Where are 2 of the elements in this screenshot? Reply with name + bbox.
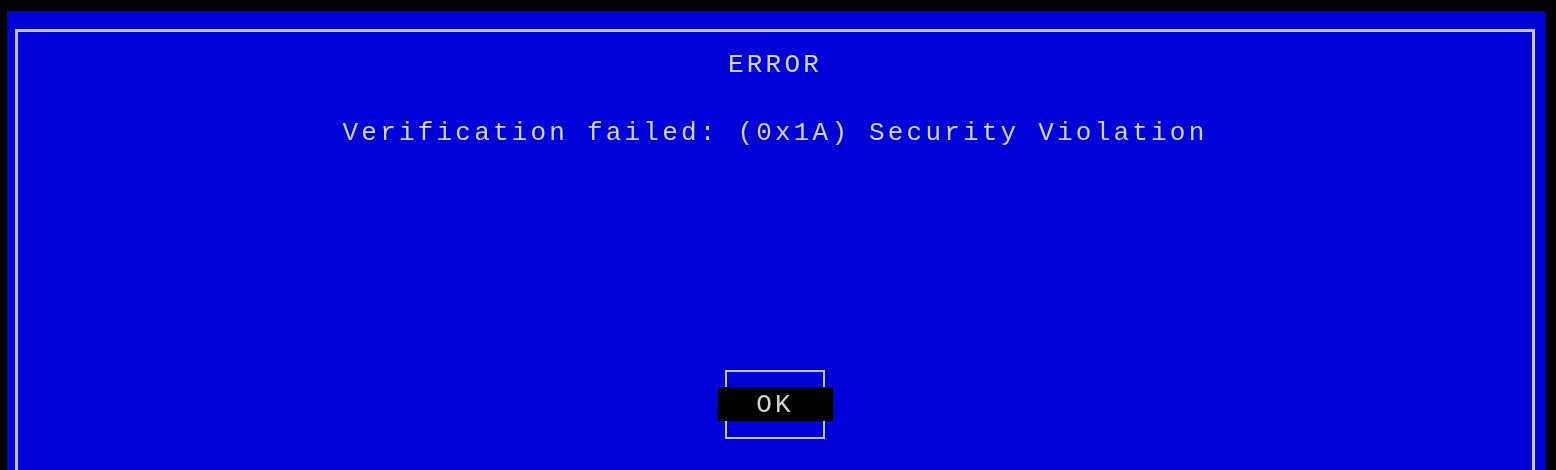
dialog-title: ERROR (728, 50, 822, 80)
error-message: Verification failed: (0x1A) Security Violation (342, 118, 1208, 148)
